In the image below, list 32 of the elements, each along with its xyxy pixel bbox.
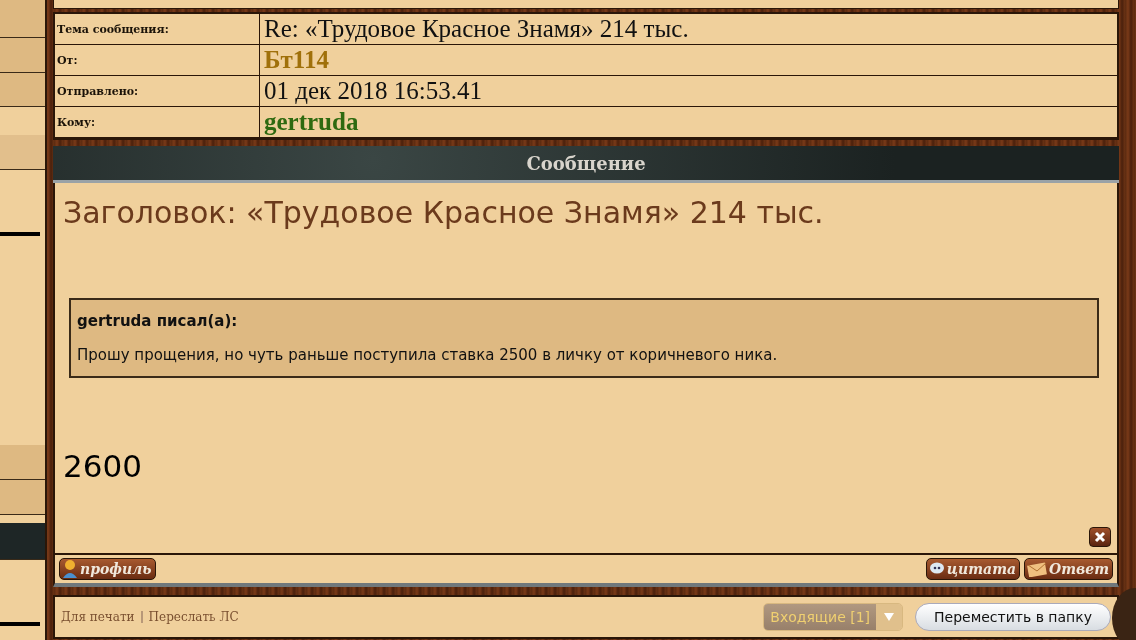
footer-link[interactable]: Переслать ЛС [148, 610, 239, 624]
profile-button[interactable]: профиль [59, 558, 156, 580]
field-label: Тема сообщения: [55, 14, 260, 45]
speech-bubble-icon [928, 562, 945, 576]
close-icon [1094, 531, 1106, 543]
field-value: gertruda [260, 107, 1117, 138]
sidebar-panel [0, 480, 45, 515]
field-label: Кому: [55, 107, 260, 138]
sidebar-panel [0, 0, 45, 38]
field-value: Re: «Трудовое Красное Знамя» 214 тыс. [260, 14, 1117, 45]
field-label: От: [55, 45, 260, 76]
sidebar-panel [0, 135, 45, 170]
message-subject: Заголовок: «Трудовое Красное Знамя» 214 тыс. [62, 195, 825, 230]
section-title: Сообщение [526, 152, 646, 174]
person-icon [62, 560, 78, 578]
envelope-icon [1027, 561, 1048, 577]
field-value: 01 дек 2018 16:53.41 [260, 76, 1117, 107]
message-text: 2600 [62, 448, 143, 484]
reply-button[interactable]: Ответ [1024, 558, 1113, 580]
quote-button[interactable]: цитата [925, 558, 1021, 580]
sidebar-panel [0, 445, 45, 480]
sidebar-panel [0, 73, 45, 107]
quote-author: gertruda писал(а): [77, 312, 239, 330]
field-value: Бт114 [260, 45, 1117, 76]
move-to-folder-button[interactable]: Переместить в папку [915, 603, 1111, 631]
close-button[interactable] [1089, 527, 1111, 547]
dropdown-arrow-icon [884, 613, 895, 621]
quote-text: Прошу прощения, но чуть раньше поступила ставка 2500 в личку от коричневого ника. [77, 346, 779, 364]
footer-link[interactable]: Для печати [61, 610, 135, 624]
field-label: Отправлено: [55, 76, 260, 107]
sidebar-panel [0, 38, 45, 73]
sidebar-panel [0, 523, 45, 560]
